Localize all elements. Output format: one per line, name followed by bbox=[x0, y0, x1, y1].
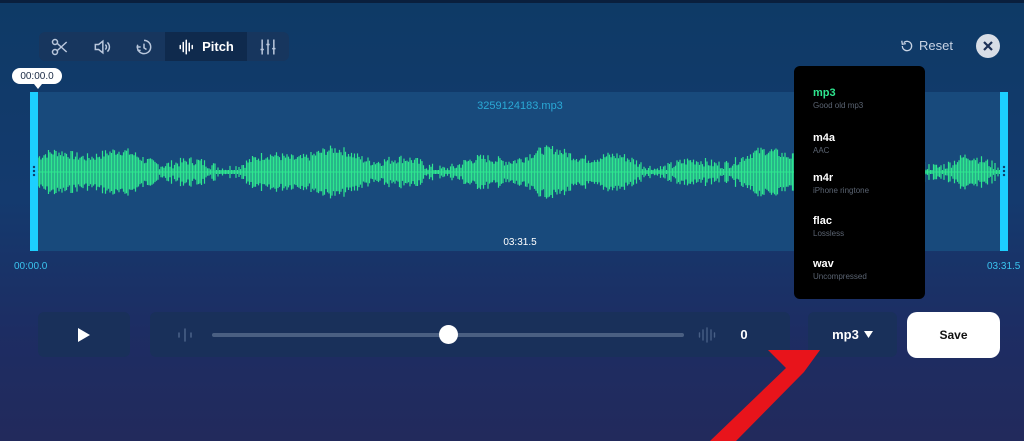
caret-down-icon bbox=[863, 331, 873, 338]
format-option-desc: Uncompressed bbox=[813, 272, 867, 281]
format-option-name: wav bbox=[813, 258, 834, 270]
format-option-desc: Good old mp3 bbox=[813, 101, 864, 110]
volume-icon bbox=[94, 39, 111, 54]
format-option-m4r[interactable]: m4r iPhone ringtone bbox=[813, 172, 869, 195]
equalizer-icon bbox=[260, 39, 276, 54]
pitch-low-icon bbox=[178, 328, 192, 342]
format-option-name: mp3 bbox=[813, 87, 836, 99]
annotation-arrow bbox=[710, 350, 820, 441]
format-option-wav[interactable]: wav Uncompressed bbox=[813, 258, 867, 281]
pitch-slider-thumb[interactable] bbox=[439, 325, 458, 344]
scissors-icon bbox=[51, 38, 68, 55]
effects-toolbar: Pitch bbox=[39, 32, 289, 61]
format-option-desc: iPhone ringtone bbox=[813, 186, 870, 195]
play-icon bbox=[78, 327, 90, 342]
end-time: 03:31.5 bbox=[987, 261, 1021, 272]
speed-tool-button[interactable] bbox=[123, 32, 165, 61]
grip-icon bbox=[32, 165, 36, 177]
trim-end-handle[interactable] bbox=[1000, 92, 1008, 251]
equalizer-tool-button[interactable] bbox=[247, 32, 289, 61]
format-option-name: m4a bbox=[813, 132, 836, 144]
trim-start-handle[interactable] bbox=[30, 92, 38, 251]
reset-label: Reset bbox=[919, 38, 953, 53]
format-option-desc: Lossless bbox=[813, 229, 845, 238]
cursor-time-bubble: 00:00.0 bbox=[12, 68, 62, 89]
close-button[interactable] bbox=[976, 34, 1000, 58]
start-time: 00:00.0 bbox=[14, 261, 48, 272]
volume-tool-button[interactable] bbox=[81, 32, 123, 61]
play-button[interactable] bbox=[38, 312, 130, 357]
format-dropdown-menu: mp3 Good old mp3 m4a AAC m4r iPhone ring… bbox=[794, 66, 925, 299]
format-option-mp3[interactable]: mp3 Good old mp3 bbox=[813, 87, 863, 110]
pitch-tool-label: Pitch bbox=[202, 39, 234, 54]
save-button[interactable]: Save bbox=[907, 312, 1000, 358]
format-option-name: m4r bbox=[813, 172, 834, 184]
top-border bbox=[0, 0, 1024, 3]
reset-icon bbox=[901, 40, 913, 51]
format-option-flac[interactable]: flac Lossless bbox=[813, 215, 844, 238]
format-option-desc: AAC bbox=[813, 146, 830, 155]
speed-icon bbox=[136, 39, 152, 54]
pitch-tool-button[interactable]: Pitch bbox=[165, 32, 247, 61]
close-icon bbox=[983, 41, 993, 51]
pitch-waveform-icon bbox=[179, 39, 194, 54]
reset-button[interactable]: Reset bbox=[900, 38, 953, 53]
format-option-name: flac bbox=[813, 215, 832, 227]
format-option-m4a[interactable]: m4a AAC bbox=[813, 132, 835, 155]
cut-tool-button[interactable] bbox=[39, 32, 81, 61]
grip-icon bbox=[1002, 165, 1006, 177]
